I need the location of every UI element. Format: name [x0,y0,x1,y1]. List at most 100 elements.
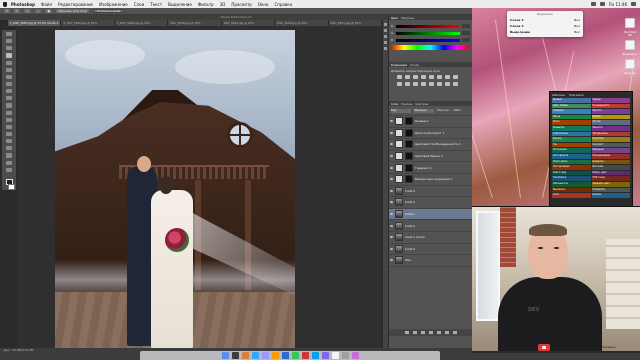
brush-panel-icon[interactable] [384,41,387,44]
eyedropper-tool-icon[interactable] [6,67,12,72]
zoom-tool-icon[interactable] [6,167,12,172]
move-tool-icon[interactable] [6,32,12,37]
layer-mask-thumbnail[interactable] [405,117,413,126]
layer-style-icon[interactable] [413,331,417,334]
gradient-map-icon[interactable] [445,82,450,86]
eye-icon[interactable] [390,247,393,250]
dock-app-icon[interactable] [281,352,289,359]
hotkey-cell[interactable]: Каналы [591,193,630,198]
tool-preset-picker[interactable]: ▾ [4,9,10,13]
layer-row[interactable]: Слой 4 [389,186,472,198]
menu-select[interactable]: Выделение [168,2,192,7]
eye-icon[interactable] [390,143,393,146]
shape-tool-icon[interactable] [6,153,12,158]
dialog-row[interactable]: Слоев 3 Вкл [510,24,580,28]
eye-icon[interactable] [390,213,393,216]
dock-app-icon[interactable] [341,352,349,359]
menu-edit[interactable]: Редактирование [58,2,93,7]
posterize-icon[interactable] [429,82,434,86]
tab-color[interactable]: Цвет [391,16,398,20]
hotkey-cell[interactable]: Заменить цвет [591,181,630,187]
eye-icon[interactable] [390,259,393,262]
hotkey-cell[interactable]: Маска [552,114,591,120]
channel-value-field[interactable] [462,31,470,35]
trash-icon[interactable] [453,331,457,334]
menu-help[interactable]: Справка [274,2,292,7]
add-mask-icon[interactable] [421,331,425,334]
hotkey-cell[interactable]: Фото фильтр [552,153,591,159]
hard-drive-icon[interactable] [625,18,635,28]
properties-panel-icon[interactable] [384,29,387,32]
layer-row[interactable]: Яркость/Контраст 1 [389,128,472,140]
tab-styles[interactable]: Стили [410,63,419,67]
wifi-icon[interactable] [590,2,596,6]
levels-icon[interactable] [405,75,410,79]
type-tool-icon[interactable] [6,139,12,144]
hotkey-cell[interactable]: Вибрация [591,148,630,153]
new-selection-icon[interactable]: ▭ [13,9,21,13]
eye-icon[interactable] [390,120,393,123]
wedding-photo[interactable] [55,30,295,348]
background-color-swatch[interactable] [7,183,15,191]
hotkey-cell[interactable]: Микширование [591,153,630,159]
hotkey-cell[interactable]: Выбор. цвет [591,170,630,176]
hotkey-cell[interactable]: Инверсия [591,159,630,165]
menu-view[interactable]: Просмотр [231,2,252,7]
dodge-tool-icon[interactable] [6,124,12,129]
menu-type[interactable]: Текст [150,2,162,7]
color-lookup-icon[interactable] [413,82,418,86]
layer-row[interactable]: Градиент 1 [389,162,472,174]
info-panel-icon[interactable] [384,35,387,38]
sample-all-layers-checkbox[interactable]: Образец: все слои [56,9,89,13]
hotkey-cell[interactable]: Резкость [591,125,630,131]
tab-adjustments[interactable]: Коррекция [391,63,407,67]
hotkey-cell[interactable]: Ластик [591,120,630,125]
eye-icon[interactable] [390,224,393,227]
hotkey-cell[interactable]: Уровни [591,98,630,103]
hotkey-cell[interactable]: Фильтр [552,137,591,142]
layer-row[interactable]: Цветовой баланс 1 [389,151,472,163]
photo-filter-icon[interactable] [397,82,402,86]
hotkey-cell[interactable]: Насыщенность [591,103,630,109]
layer-row[interactable]: Слой 0 [389,244,472,256]
pen-tool-icon[interactable] [6,131,12,137]
menu-file[interactable]: Файл [41,2,52,7]
hotkey-cell[interactable]: Тон [552,142,591,148]
tab-templates[interactable]: Шаблоны [552,94,565,97]
tab-layers[interactable]: Слои [391,102,398,106]
hotkey-cell[interactable]: HDR тонир. [591,176,630,181]
menu-app-name[interactable]: Photoshop [11,2,35,7]
dialog-row[interactable]: Выделение Вкл [510,30,580,34]
dock-app-icon[interactable] [301,352,309,359]
dock-app-icon[interactable] [241,352,249,359]
menubar-clock[interactable]: Пн 11:46 [609,2,627,7]
spotlight-icon[interactable] [631,2,636,6]
tab-paths[interactable]: Контуры [416,102,429,106]
exposure-icon[interactable] [421,75,426,79]
layer-mask-thumbnail[interactable] [405,152,413,161]
close-webcam-label[interactable]: Закрыть [602,345,615,349]
apple-icon[interactable] [3,1,7,7]
eraser-tool-icon[interactable] [6,103,12,108]
layer-row-selected[interactable]: Слой 1 [389,208,472,221]
dock-app-icon[interactable] [311,352,319,359]
hotkey-cell[interactable]: Изогелия [591,165,630,170]
dock-app-icon[interactable] [221,352,229,359]
menu-image[interactable]: Изображение [99,2,128,7]
dock-app-icon[interactable] [231,352,239,359]
eye-icon[interactable] [390,178,393,181]
layer-row[interactable]: Фон [389,255,472,267]
hotkey-cell[interactable]: Градиент [552,109,591,114]
menu-layers[interactable]: Слои [134,2,144,7]
hotkey-cell[interactable]: Яркость [591,109,630,114]
menu-filter[interactable]: Фильтр [198,2,214,7]
dock-app-icon[interactable] [291,352,299,359]
refine-edge-button[interactable]: Уточнить край [93,9,125,13]
gradient-tool-icon[interactable] [6,110,12,115]
hotkey-cell[interactable]: Экспозиция [552,148,591,153]
dialog-row[interactable]: Слоев 2 Вкл [510,18,580,22]
brightness-contrast-icon[interactable] [397,75,402,79]
hotkey-cell[interactable]: Обесцветить [552,181,591,187]
blend-mode-select[interactable]: Обычные [414,108,434,113]
folder-icon[interactable] [625,59,635,69]
